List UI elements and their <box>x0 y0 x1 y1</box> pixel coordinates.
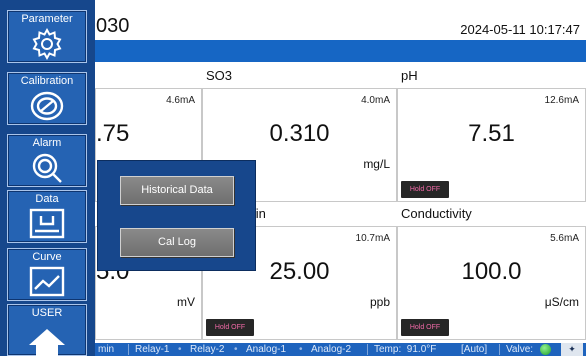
measurement-tile-ph[interactable]: 12.6mA 7.51 Hold OFF <box>397 88 586 202</box>
cal-log-button[interactable]: Cal Log <box>120 228 234 257</box>
home-icon <box>27 327 67 362</box>
valve-indicator-icon <box>540 344 551 355</box>
hold-off-button[interactable]: Hold OFF <box>401 181 449 198</box>
status-config-button[interactable]: ✦ <box>561 343 583 356</box>
sidebar-item-parameter[interactable]: Parameter <box>7 10 87 63</box>
hold-off-button[interactable]: Hold OFF <box>401 319 449 336</box>
status-relay-2: Relay-2 <box>190 344 225 355</box>
sidebar-item-alarm[interactable]: Alarm <box>7 134 87 187</box>
datetime: 2024-05-11 10:17:47 <box>460 22 580 37</box>
tile-unit: μS/cm <box>544 295 579 309</box>
status-mode: [Auto] <box>461 344 488 355</box>
tile-header-so3: SO3 <box>206 68 233 83</box>
sidebar-item-data[interactable]: Data <box>7 190 87 243</box>
calibration-dial-icon <box>29 89 65 128</box>
sidebar-item-label: Alarm <box>32 137 62 149</box>
tile-ma: 5.6mA <box>550 233 579 244</box>
alarm-search-icon <box>29 151 65 190</box>
status-temp: Temp: 91.0°F <box>374 344 437 355</box>
sidebar-item-curve[interactable]: Curve <box>7 248 87 301</box>
status-bar: min Relay-1 • Relay-2 • Analog-1 • Analo… <box>95 343 586 356</box>
tile-value: 7.51 <box>468 120 515 147</box>
divider <box>367 344 368 355</box>
sidebar-item-label: USER <box>31 307 63 319</box>
divider <box>128 344 129 355</box>
bullet-icon: • <box>178 344 182 355</box>
sidebar-item-label: Parameter <box>21 13 73 25</box>
data-download-icon <box>27 207 67 246</box>
historical-data-button[interactable]: Historical Data <box>120 176 234 205</box>
sidebar: Parameter Calibration Alarm Data Curve U… <box>0 0 95 357</box>
tile-ma: 4.0mA <box>361 95 390 106</box>
bullet-icon: • <box>234 344 238 355</box>
status-analog-2: Analog-2 <box>311 344 352 355</box>
sidebar-item-calibration[interactable]: Calibration <box>7 72 87 125</box>
device-title: 030 <box>96 15 130 37</box>
tile-ma: 12.6mA <box>544 95 579 106</box>
sidebar-item-label: Data <box>35 193 59 205</box>
tile-unit: mg/L <box>363 157 390 171</box>
curve-chart-icon <box>27 265 67 304</box>
status-relay-1: Relay-1 <box>135 344 170 355</box>
sidebar-item-user[interactable]: USER <box>7 304 87 357</box>
tile-ma: 4.6mA <box>166 95 195 106</box>
bullet-icon: • <box>299 344 303 355</box>
tile-value: .75 <box>96 120 130 147</box>
tile-value: 0.310 <box>269 120 330 147</box>
status-left: min <box>98 344 115 355</box>
status-analog-1: Analog-1 <box>246 344 287 355</box>
hold-off-button[interactable]: Hold OFF <box>206 319 254 336</box>
tile-unit: ppb <box>369 295 390 309</box>
tile-value: 100.0 <box>461 258 522 285</box>
divider <box>499 344 500 355</box>
tile-header-conductivity: Conductivity <box>401 206 472 221</box>
measurement-tile-conductivity[interactable]: 5.6mA 100.0 μS/cm Hold OFF <box>397 226 586 340</box>
status-valve-label: Valve: <box>506 344 534 355</box>
data-popup-menu: Historical Data Cal Log <box>97 160 256 271</box>
gear-icon <box>30 27 64 66</box>
sidebar-item-label: Curve <box>32 251 62 263</box>
tile-header-ph: pH <box>401 68 418 83</box>
tile-unit: mV <box>177 295 195 309</box>
sidebar-item-label: Calibration <box>20 75 74 87</box>
tile-ma: 10.7mA <box>355 233 390 244</box>
